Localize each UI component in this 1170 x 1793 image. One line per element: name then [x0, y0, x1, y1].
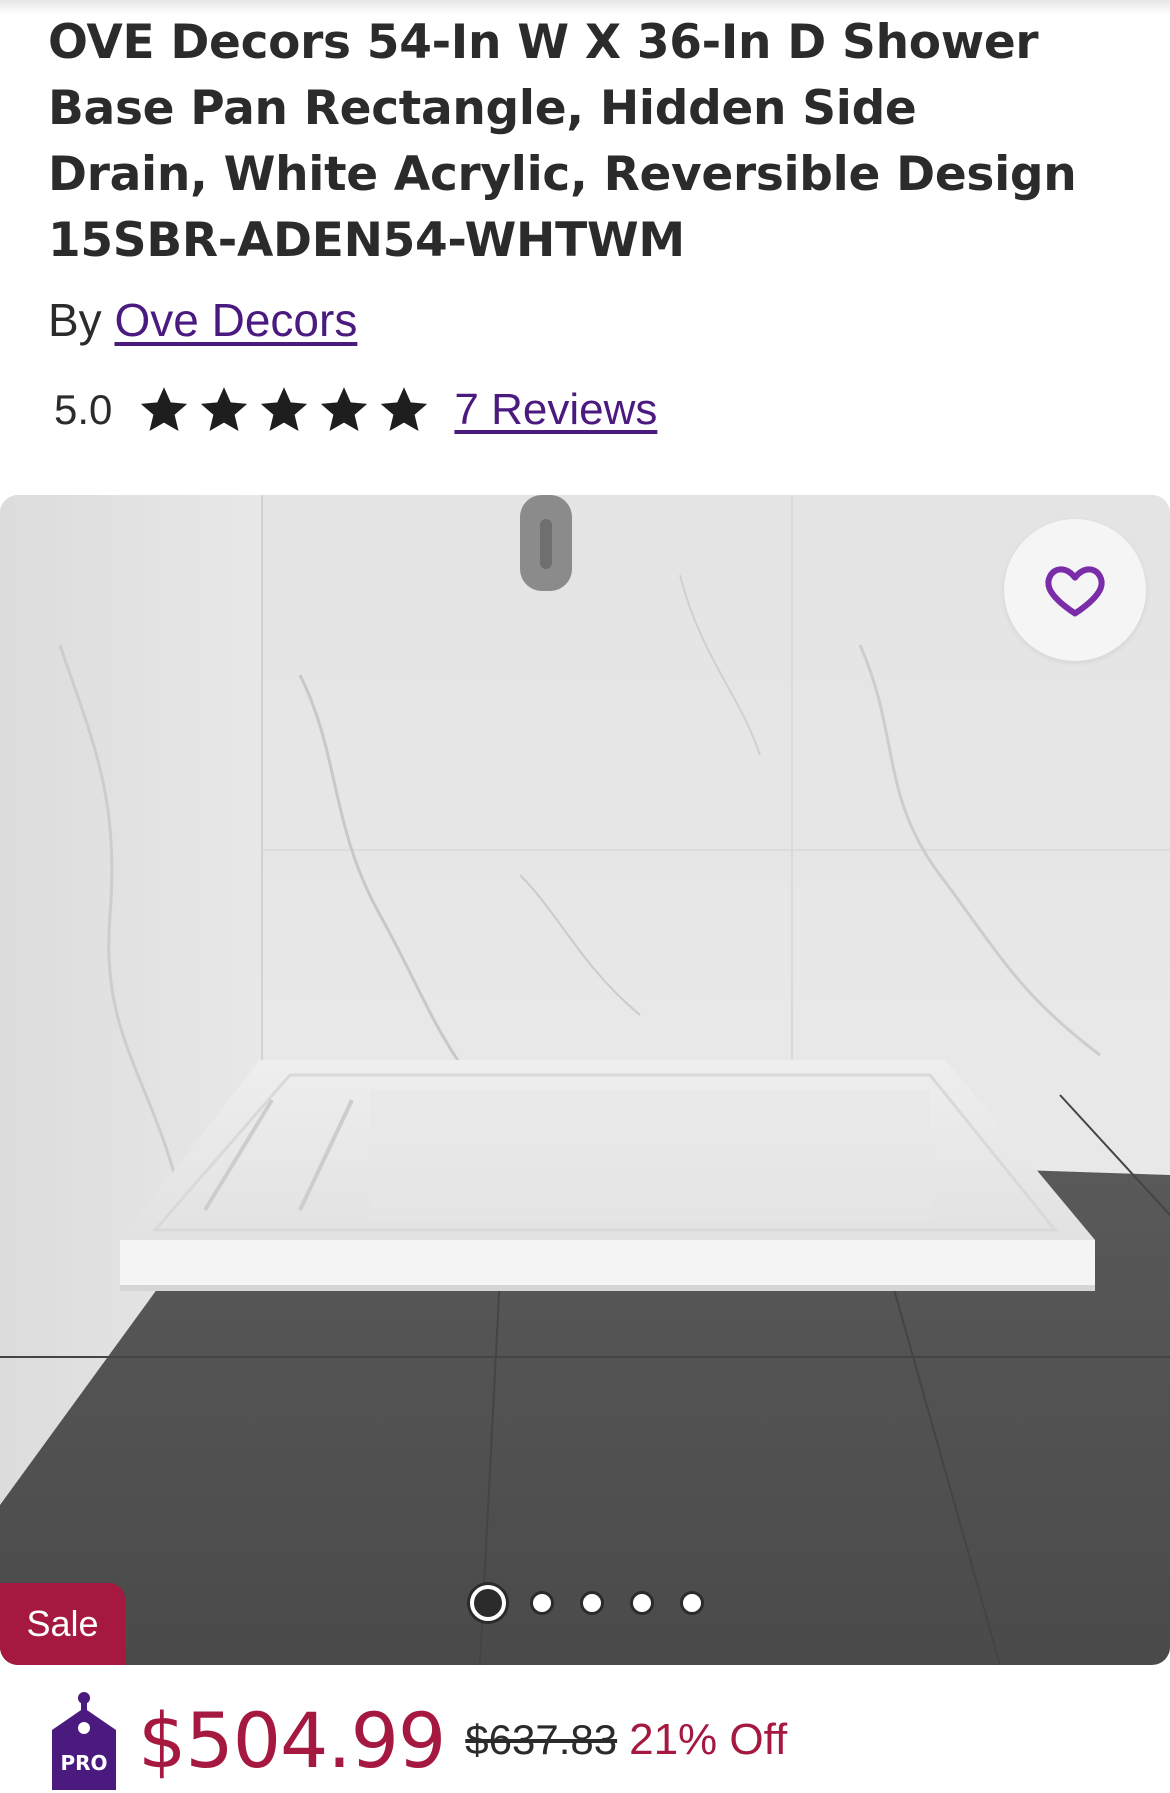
- carousel-dot-4[interactable]: [630, 1591, 654, 1615]
- product-image-gallery[interactable]: Sale: [0, 495, 1170, 1665]
- product-title: OVE Decors 54-In W X 36-In D Shower Base…: [48, 15, 1077, 268]
- by-label: By: [48, 294, 102, 346]
- favorite-button[interactable]: [1004, 519, 1146, 661]
- product-image: [0, 495, 1170, 1665]
- brand-link[interactable]: Ove Decors: [114, 294, 357, 346]
- carousel-dot-3[interactable]: [580, 1591, 604, 1615]
- price-row: PRO $504.99 $637.83 21% Off: [52, 1690, 787, 1790]
- rating-value: 5.0: [54, 386, 113, 433]
- carousel-dot-5[interactable]: [680, 1591, 704, 1615]
- brand-byline: By Ove Decors: [48, 288, 357, 352]
- star-icon: [381, 387, 428, 432]
- carousel-dot-2[interactable]: [530, 1591, 554, 1615]
- star-icon: [261, 387, 308, 432]
- heart-icon: [1045, 566, 1105, 617]
- pro-badge-label: PRO: [60, 1751, 107, 1775]
- pro-tag-icon: PRO: [52, 1692, 116, 1790]
- star-icon: [201, 387, 248, 432]
- sale-badge: Sale: [0, 1583, 125, 1665]
- original-price: $637.83: [465, 1716, 618, 1763]
- star-rating: [138, 384, 438, 436]
- reviews-link[interactable]: 7 Reviews: [454, 385, 657, 435]
- carousel-dot-1[interactable]: [470, 1585, 506, 1621]
- discount-label: 21% Off: [629, 1715, 788, 1764]
- rating-row: 5.0 7 Reviews: [54, 378, 657, 442]
- carousel-pagination: [470, 1585, 730, 1621]
- star-icon: [321, 387, 368, 432]
- sale-price: $504.99: [138, 1695, 446, 1785]
- star-icon: [141, 387, 188, 432]
